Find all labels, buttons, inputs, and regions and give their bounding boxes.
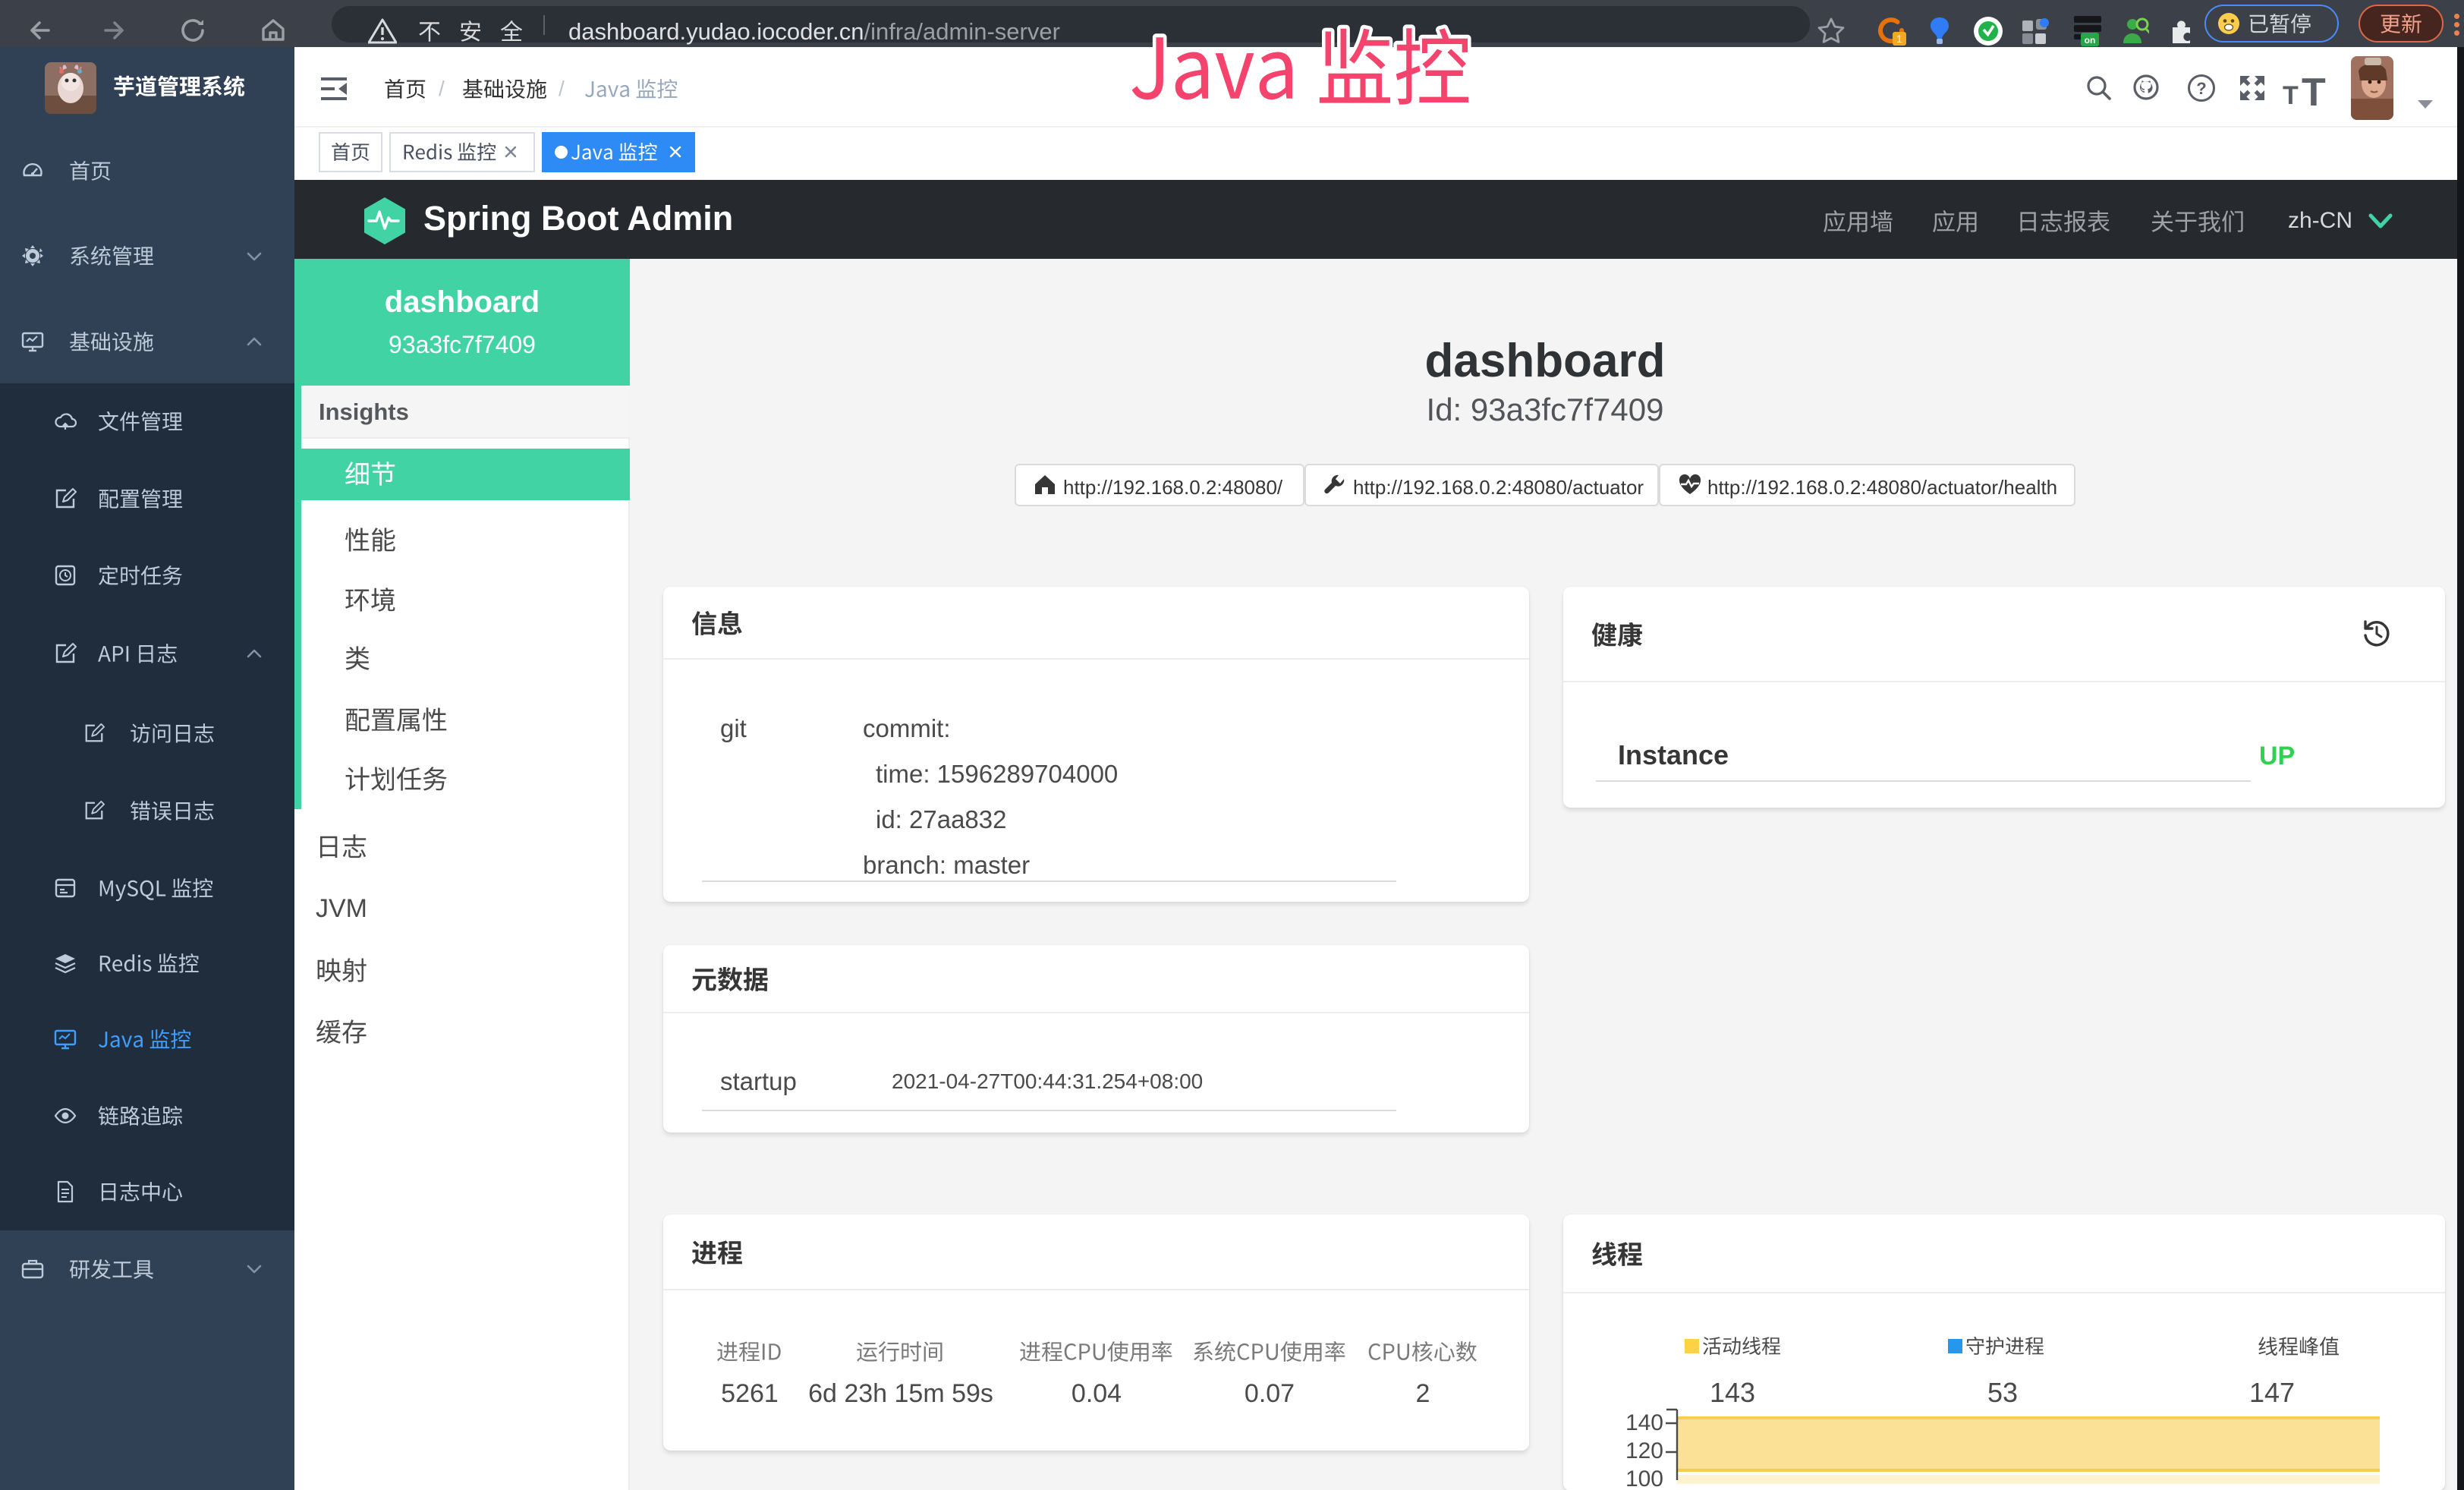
svg-text:?: ? xyxy=(2196,79,2206,98)
svg-text:1: 1 xyxy=(1896,33,1902,45)
svg-text:on: on xyxy=(2085,35,2096,46)
